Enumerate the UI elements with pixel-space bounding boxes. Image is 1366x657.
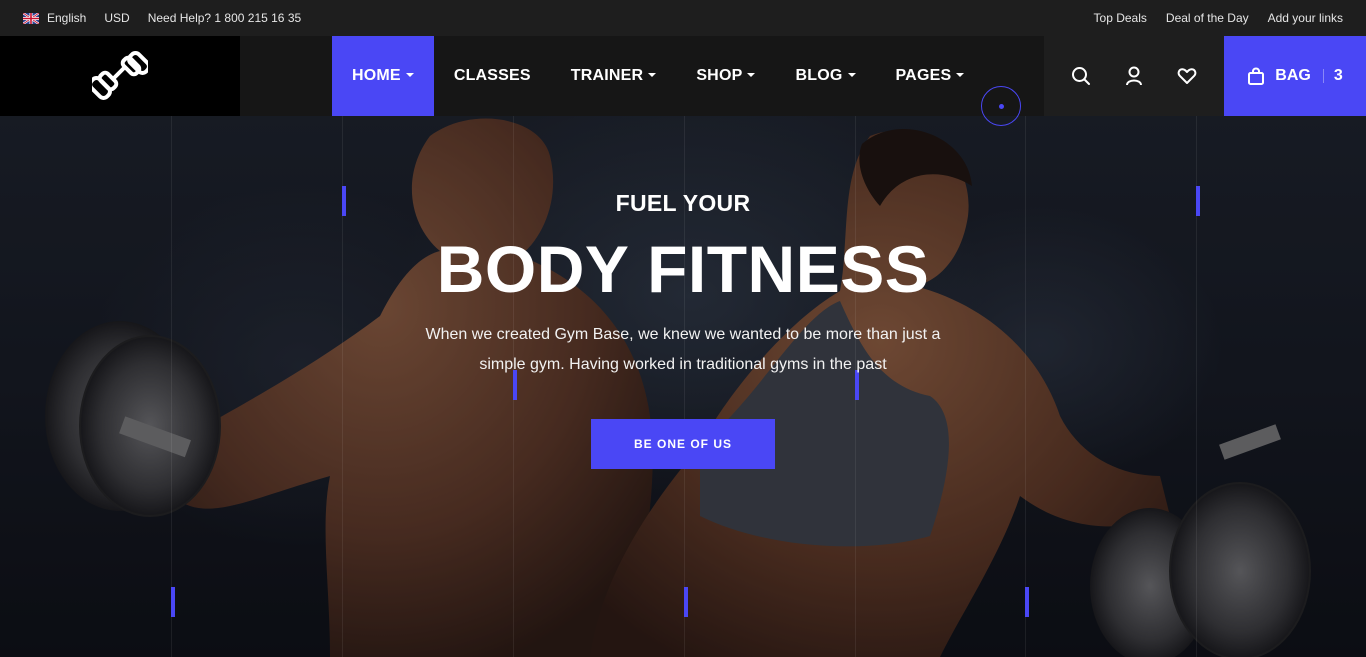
nav-trainer[interactable]: TRAINER [551,36,677,116]
hero-headline: BODY FITNESS [436,232,930,306]
nav-home-label: HOME [352,67,401,84]
main-header: HOME CLASSES TRAINER SHOP BLOG PAGES BAG… [0,36,1366,116]
caret-down-icon [747,73,756,77]
nav-classes[interactable]: CLASSES [434,36,551,116]
heart-icon [1177,68,1197,84]
user-icon [1125,66,1142,86]
nav-blog[interactable]: BLOG [775,36,875,116]
add-your-links-link[interactable]: Add your links [1268,11,1343,25]
accent-mark [171,587,175,617]
accent-mark [684,587,688,617]
accent-mark [1025,587,1029,617]
currency-selector[interactable]: USD [104,11,129,25]
caret-down-icon [405,73,414,77]
bag-label: BAG [1275,67,1311,84]
help-phone: Need Help? 1 800 215 16 35 [147,11,302,25]
hero-banner: FUEL YOUR BODY FITNESS When we created G… [0,116,1366,657]
top-bar-left: English USD Need Help? 1 800 215 16 35 [0,11,319,25]
hero-kicker: FUEL YOUR [615,190,751,216]
caret-down-icon [847,73,856,77]
nav-home[interactable]: HOME [332,36,434,116]
nav-shop[interactable]: SHOP [676,36,775,116]
logo[interactable] [0,36,240,116]
deal-of-the-day-link[interactable]: Deal of the Day [1166,11,1249,25]
nav-pages-label: PAGES [895,67,952,84]
top-bar: English USD Need Help? 1 800 215 16 35 T… [0,0,1366,36]
search-button[interactable] [1061,56,1101,96]
top-bar-links: Top Deals Deal of the Day Add your links [1075,11,1366,25]
hero-description: When we created Gym Base, we knew we wan… [425,326,941,373]
bag-count: 3 [1333,67,1343,84]
uk-flag-icon [23,12,39,24]
language-selector[interactable]: English [23,11,86,25]
language-label: English [47,11,87,25]
caret-down-icon [648,73,657,77]
wishlist-button[interactable] [1167,56,1207,96]
dot-icon [998,103,1004,109]
nav-blog-label: BLOG [795,67,843,84]
bag-divider [1322,69,1324,83]
shopping-bag-icon [1248,67,1265,85]
nav-trainer-label: TRAINER [570,67,644,84]
nav-shop-label: SHOP [696,67,743,84]
caret-down-icon [956,73,965,77]
header-icons [1044,36,1224,116]
bag-button[interactable]: BAG 3 [1224,36,1366,116]
search-icon [1071,67,1090,85]
nav-pages[interactable]: PAGES [876,36,985,116]
main-nav: HOME CLASSES TRAINER SHOP BLOG PAGES [240,36,1044,116]
scroll-to-top-indicator[interactable] [981,86,1021,126]
dumbbell-logo-icon [92,51,148,100]
top-deals-link[interactable]: Top Deals [1094,11,1147,25]
be-one-of-us-button[interactable]: BE ONE OF US [591,419,775,469]
nav-classes-label: CLASSES [453,67,531,84]
account-button[interactable] [1114,56,1154,96]
